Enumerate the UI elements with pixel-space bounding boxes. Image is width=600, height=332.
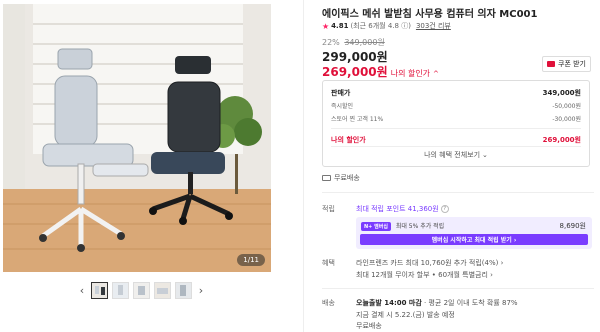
review-count-link[interactable]: 303건 리뷰 <box>416 21 451 31</box>
thumbnail-3[interactable] <box>133 281 150 299</box>
row-value: 349,000원 <box>542 88 581 97</box>
rating-row: ★ 4.81 (최근 6개월 4.8 ⓘ) 303건 리뷰 <box>322 21 451 31</box>
final-price-value: 269,000원 <box>542 135 581 144</box>
row-label: 스토어 찐 고객 11% <box>331 116 384 123</box>
column-divider <box>303 0 304 332</box>
thumbnail-prev-arrow[interactable]: ‹ <box>77 280 87 300</box>
delivery-label: 배송 <box>322 299 335 307</box>
office-chairs-photo <box>3 4 271 272</box>
star-icon: ★ <box>322 21 330 31</box>
main-product-image[interactable]: 1/11 <box>3 4 271 272</box>
dispatch-date-text: 지금 결제 시 5.22.(금) 발송 예정 <box>356 311 455 319</box>
installment-benefit-link[interactable]: 최대 12개월 무이자 할부 • 60개월 특별금리 › <box>356 270 493 280</box>
arrival-probability-text: · 평균 2일 이내 도착 확률 87% <box>424 299 518 307</box>
thumbnail-4[interactable] <box>154 281 171 299</box>
membership-text: 최대 5% 추가 적립 <box>395 223 445 230</box>
membership-badge: N+ 멤버십 <box>361 222 391 231</box>
coupon-icon <box>547 61 555 67</box>
coupon-button[interactable]: 쿠폰 받기 <box>542 56 591 72</box>
thumbnail-2[interactable] <box>112 281 129 299</box>
view-all-benefits-button[interactable]: 나의 혜택 전체보기 ⌄ <box>331 146 581 162</box>
product-gallery: 1/11 ‹ › <box>0 0 276 332</box>
product-title: 에이픽스 메쉬 발받침 사무용 컴퓨터 의자 MC001 <box>322 9 538 20</box>
thumbnail-1[interactable] <box>91 281 108 299</box>
card-benefit-link[interactable]: 라인프렌즈 카드 최대 10,760원 추가 적립(4%) › <box>356 258 503 268</box>
max-points-row: 최대 적립 포인트 41,360원 ? <box>356 204 449 214</box>
price-breakdown-row: 스토어 찐 고객 11% -30,000원 <box>331 112 581 125</box>
view-all-benefits-label: 나의 혜택 전체보기 <box>424 150 481 159</box>
section-divider <box>322 288 594 289</box>
discount-row: 22% 349,000원 <box>322 37 385 48</box>
final-price-row: 나의 할인가 269,000원 <box>331 133 581 146</box>
free-shipping-text: 무료배송 <box>356 322 382 330</box>
coupon-button-label: 쿠폰 받기 <box>558 60 586 68</box>
section-divider <box>322 192 594 193</box>
image-counter: 1/11 <box>237 254 265 266</box>
thumbnail-5[interactable] <box>175 281 192 299</box>
rating-score: 4.81 <box>331 22 349 30</box>
sale-price: 269,000원 <box>322 65 388 79</box>
rating-detail: (최근 6개월 4.8 ⓘ) <box>350 22 411 30</box>
divider <box>331 128 581 129</box>
today-dispatch-text: 오늘출발 14:00 마감 <box>356 299 422 307</box>
thumbnail-strip: ‹ › <box>77 280 206 300</box>
membership-row: N+ 멤버십 최대 5% 추가 적립 8,690원 <box>361 221 586 231</box>
row-label: 판매가 <box>331 88 351 97</box>
truck-icon <box>322 175 331 181</box>
points-label: 적립 <box>322 205 335 213</box>
sale-price-label: 나의 할인가 <box>390 69 431 78</box>
row-value: -50,000원 <box>552 103 581 110</box>
price-breakdown-row: 즉시할인 -50,000원 <box>331 99 581 112</box>
row-label: 즉시할인 <box>331 103 354 110</box>
chevron-up-icon: ^ <box>433 70 439 78</box>
membership-box: N+ 멤버십 최대 5% 추가 적립 8,690원 멤버십 시작하고 최대 적립… <box>356 217 592 249</box>
row-value: -30,000원 <box>552 116 581 123</box>
price-breakdown-row: 판매가 349,000원 <box>331 86 581 99</box>
my-sale-price-row[interactable]: 269,000원 나의 할인가 ^ <box>322 63 439 80</box>
help-icon[interactable]: ? <box>440 205 449 213</box>
benefits-label: 혜택 <box>322 259 335 267</box>
price-breakdown-box: 판매가 349,000원 즉시할인 -50,000원 스토어 찐 고객 11% … <box>322 80 590 167</box>
final-price-label: 나의 할인가 <box>331 135 366 144</box>
discount-rate: 22% <box>322 38 340 47</box>
max-points-text: 최대 적립 포인트 41,360원 <box>356 205 439 213</box>
original-price: 349,000원 <box>344 38 385 47</box>
chevron-down-icon: ⌄ <box>482 150 488 159</box>
free-shipping-badge: 무료배송 <box>322 173 360 183</box>
start-membership-button[interactable]: 멤버십 시작하고 최대 적립 받기 › <box>360 234 588 245</box>
membership-amount: 8,690원 <box>559 222 586 230</box>
thumbnail-next-arrow[interactable]: › <box>196 280 206 300</box>
delivery-line-1: 오늘출발 14:00 마감 · 평균 2일 이내 도착 확률 87% <box>356 298 518 308</box>
free-shipping-label: 무료배송 <box>334 174 360 182</box>
